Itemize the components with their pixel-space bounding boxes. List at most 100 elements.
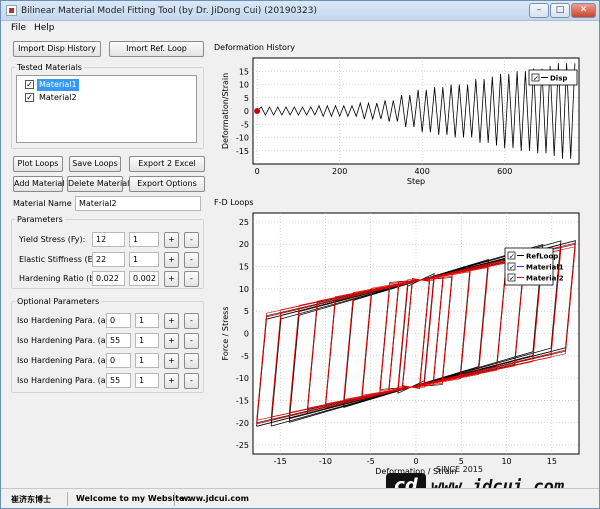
iso-a3-step-field[interactable]: 1 (135, 353, 159, 368)
material-name-label: Material Name (13, 199, 72, 208)
x-tick-label: 200 (332, 167, 347, 176)
iso-a3-field[interactable]: 0 (106, 353, 131, 368)
list-item-material2[interactable]: ✓ Material2 (19, 92, 194, 104)
yield-stress-minus-button[interactable]: - (184, 232, 199, 248)
x-tick-label: -5 (367, 457, 375, 466)
y-tick-label: 0 (244, 107, 249, 116)
iso-a4-plus-button[interactable]: + (164, 373, 179, 389)
iso-a1-field[interactable]: 0 (106, 313, 131, 328)
window-title: Bilinear Material Model Fitting Tool (by… (21, 6, 317, 16)
iso-a2-step-field[interactable]: 1 (135, 333, 159, 348)
x-tick-label: 600 (497, 167, 512, 176)
plot-loops-button[interactable]: Plot Loops (13, 156, 63, 172)
legend-entry: RefLoop (526, 253, 558, 261)
status-divider (174, 492, 175, 506)
materials-list[interactable]: ✓ Material1 ✓ Material2 (16, 75, 197, 143)
import-ref-loop-button[interactable]: Imort Ref. Loop (109, 41, 204, 57)
iso-a4-step-field[interactable]: 1 (135, 373, 159, 388)
menu-file[interactable]: File (11, 23, 26, 33)
optional-parameters-label: Optional Parameters (15, 297, 102, 306)
y-tick-label: -25 (236, 441, 249, 450)
legend-check-mark: ✓ (533, 75, 539, 83)
menu-help[interactable]: Help (34, 23, 55, 33)
x-axis-label: Step (407, 177, 425, 186)
iso-a1-step-field[interactable]: 1 (135, 313, 159, 328)
delete-material-button[interactable]: Delete Material (67, 176, 129, 192)
elastic-stiffness-minus-button[interactable]: - (184, 252, 199, 268)
legend-check-mark: ✓ (509, 275, 515, 283)
elastic-stiffness-field[interactable]: 22 (92, 252, 125, 267)
app-icon (6, 5, 17, 16)
legend-entry: Disp (550, 75, 567, 83)
checkbox-icon[interactable]: ✓ (25, 93, 34, 102)
iso-a3-label: Iso Hardening Para. (a3): (17, 356, 117, 365)
legend-check-mark: ✓ (509, 264, 515, 272)
author-name: 崔济东博士 (11, 495, 51, 504)
start-point-marker (254, 108, 261, 114)
deformation-history-title: Deformation History (214, 43, 295, 52)
iso-a4-minus-button[interactable]: - (184, 373, 199, 389)
iso-a1-minus-button[interactable]: - (184, 313, 199, 329)
y-tick-label: -15 (236, 147, 249, 156)
parameters-label: Parameters (15, 215, 65, 224)
x-tick-label: 10 (501, 457, 511, 466)
legend-entry: Material1 (526, 264, 564, 272)
save-loops-button[interactable]: Save Loops (69, 156, 121, 172)
iso-a3-plus-button[interactable]: + (164, 353, 179, 369)
x-tick-label: 0 (255, 167, 260, 176)
y-axis-label: Deformation/Strain (221, 73, 230, 149)
yield-stress-plus-button[interactable]: + (164, 232, 179, 248)
elastic-stiffness-label: Elastic Stiffness (E): (19, 255, 99, 264)
iso-a1-plus-button[interactable]: + (164, 313, 179, 329)
export-excel-button[interactable]: Export 2 Excel (129, 156, 205, 172)
y-axis-label: Force / Stress (221, 306, 230, 360)
hardening-ratio-label: Hardening Ratio (b): (19, 274, 101, 283)
x-tick-label: 15 (547, 457, 557, 466)
minimize-button[interactable]: – (529, 3, 549, 18)
y-tick-label: 25 (239, 218, 249, 227)
list-item-material1[interactable]: ✓ Material1 (19, 79, 194, 91)
maximize-button[interactable]: □ (550, 3, 570, 18)
y-tick-label: 5 (244, 94, 249, 103)
close-button[interactable]: ✕ (571, 3, 596, 18)
iso-a4-label: Iso Hardening Para. (a4): (17, 376, 117, 385)
y-tick-label: 10 (239, 285, 249, 294)
hardening-ratio-step-field[interactable]: 0.002 (129, 271, 159, 286)
iso-a4-field[interactable]: 55 (106, 373, 131, 388)
fd-loops-chart: -15 -10 -5 0 5 10 15 -25 -20 -15 -10 -5 0 5 10 15 20 25 De… (211, 208, 587, 482)
y-tick-label: -10 (236, 374, 249, 383)
export-options-button[interactable]: Export Options (129, 176, 205, 192)
iso-a3-minus-button[interactable]: - (184, 353, 199, 369)
hardening-ratio-field[interactable]: 0.022 (92, 271, 125, 286)
x-tick-label: 400 (415, 167, 430, 176)
hardening-ratio-plus-button[interactable]: + (164, 271, 179, 287)
x-tick-label: -10 (319, 457, 332, 466)
x-axis-label: Deformation / Strain (375, 467, 456, 476)
y-tick-label: -15 (236, 396, 249, 405)
y-tick-label: -5 (241, 352, 249, 361)
elastic-stiffness-plus-button[interactable]: + (164, 252, 179, 268)
y-tick-label: -10 (236, 134, 249, 143)
y-tick-label: 0 (244, 330, 249, 339)
y-tick-label: 15 (239, 67, 249, 76)
website-link[interactable]: www.jdcui.com (181, 494, 249, 503)
hardening-ratio-minus-button[interactable]: - (184, 271, 199, 287)
material-name-field[interactable]: Material2 (75, 196, 201, 211)
yield-stress-field[interactable]: 12 (92, 232, 125, 247)
y-tick-label: -20 (236, 419, 249, 428)
title-bar[interactable]: Bilinear Material Model Fitting Tool (by… (1, 1, 599, 21)
iso-a2-minus-button[interactable]: - (184, 333, 199, 349)
checkbox-icon[interactable]: ✓ (25, 80, 34, 89)
iso-a2-plus-button[interactable]: + (164, 333, 179, 349)
y-tick-label: -5 (241, 120, 249, 129)
tested-materials-label: Tested Materials (15, 63, 84, 72)
add-material-button[interactable]: Add Material (13, 176, 65, 192)
elastic-stiffness-step-field[interactable]: 1 (129, 252, 159, 267)
y-tick-label: 5 (244, 307, 249, 316)
iso-a2-field[interactable]: 55 (106, 333, 131, 348)
y-tick-label: 15 (239, 263, 249, 272)
legend-check-mark: ✓ (509, 253, 515, 261)
import-disp-history-button[interactable]: Import Disp History (13, 41, 101, 57)
yield-stress-step-field[interactable]: 1 (129, 232, 159, 247)
yield-stress-label: Yield Stress (Fy): (19, 235, 86, 244)
